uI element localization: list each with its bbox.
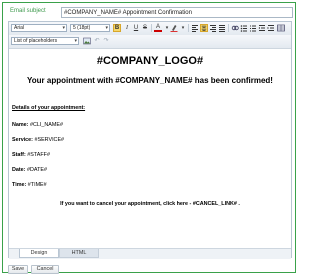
font-color-button[interactable]: A: [154, 24, 162, 32]
strikethrough-button[interactable]: S: [141, 24, 149, 32]
numbered-list-icon[interactable]: [249, 24, 257, 32]
detail-label: Name:: [12, 122, 29, 128]
subject-input[interactable]: #COMPANY_NAME# Appointment Confirmation: [61, 7, 293, 18]
chevron-down-icon[interactable]: ▾: [179, 24, 187, 32]
detail-row-service: Service: #SERVICE#: [12, 137, 64, 143]
insert-link-icon[interactable]: [231, 24, 239, 32]
editor-mode-tabs: Design HTML: [9, 248, 291, 259]
detail-label: Staff:: [12, 152, 26, 158]
underline-button[interactable]: U: [132, 24, 140, 32]
editor-toolbar-placeholders: List of placeholders ▾ ↶ ↷: [9, 35, 291, 49]
align-right-icon[interactable]: [209, 24, 217, 32]
bold-button[interactable]: B: [113, 24, 121, 32]
save-button[interactable]: Save: [8, 265, 28, 274]
subject-row: Email subject #COMPANY_NAME# Appointment…: [7, 7, 293, 19]
font-size-select[interactable]: 5 (18pt) ▾: [70, 24, 110, 32]
detail-row-name: Name: #CLI_NAME#: [12, 122, 63, 128]
chevron-down-icon: ▾: [105, 25, 108, 31]
rich-text-editor: Arial ▾ 5 (18pt) ▾ B I U S A ▾ ▾ List of…: [8, 21, 292, 259]
align-center-icon[interactable]: [200, 24, 208, 32]
editor-toolbar-formatting: Arial ▾ 5 (18pt) ▾ B I U S A ▾ ▾: [9, 22, 291, 36]
outdent-icon[interactable]: [258, 24, 266, 32]
editor-content-area[interactable]: #COMPANY_LOGO# Your appointment with #CO…: [9, 49, 291, 247]
placeholders-select-label: List of placeholders: [14, 38, 58, 44]
cancel-button[interactable]: Cancel: [31, 265, 59, 274]
insert-table-icon[interactable]: [277, 24, 285, 32]
detail-label: Time:: [12, 182, 27, 188]
font-family-value: Arial: [14, 25, 25, 31]
highlight-color-icon[interactable]: [170, 24, 178, 32]
insert-image-icon[interactable]: [83, 37, 91, 45]
detail-value: #STAFF#: [27, 152, 50, 158]
details-heading: Details of your appointment:: [12, 105, 86, 111]
font-size-value: 5 (18pt): [73, 25, 91, 31]
align-left-icon[interactable]: [191, 24, 199, 32]
detail-label: Service:: [12, 137, 33, 143]
subject-label: Email subject: [10, 8, 46, 14]
email-template-panel: Email subject #COMPANY_NAME# Appointment…: [2, 2, 296, 274]
detail-row-staff: Staff: #STAFF#: [12, 152, 50, 158]
detail-value: #TIME#: [27, 182, 47, 188]
redo-icon[interactable]: ↷: [102, 37, 110, 45]
confirmation-heading: Your appointment with #COMPANY_NAME# has…: [27, 76, 273, 85]
detail-row-date: Date: #DATE#: [12, 167, 47, 173]
chevron-down-icon: ▾: [62, 25, 65, 31]
detail-label: Date:: [12, 167, 26, 173]
indent-icon[interactable]: [267, 24, 275, 32]
tab-html[interactable]: HTML: [59, 249, 99, 258]
company-logo-placeholder: #COMPANY_LOGO#: [96, 55, 204, 67]
tab-design[interactable]: Design: [19, 249, 59, 258]
chevron-down-icon: ▾: [74, 38, 77, 44]
detail-value: #SERVICE#: [34, 137, 65, 143]
font-family-select[interactable]: Arial ▾: [11, 24, 67, 32]
placeholders-select[interactable]: List of placeholders ▾: [11, 37, 79, 45]
detail-row-time: Time: #TIME#: [12, 182, 47, 188]
detail-value: #DATE#: [26, 167, 47, 173]
undo-icon[interactable]: ↶: [93, 37, 101, 45]
bulleted-list-icon[interactable]: [240, 24, 248, 32]
detail-value: #CLI_NAME#: [29, 122, 63, 128]
toolbar-divider: [188, 24, 189, 32]
italic-button[interactable]: I: [123, 24, 131, 32]
cancel-instruction: If you want to cancel your appointment, …: [60, 201, 240, 207]
toolbar-divider: [151, 24, 152, 32]
align-justify-icon[interactable]: [218, 24, 226, 32]
toolbar-divider: [228, 24, 229, 32]
